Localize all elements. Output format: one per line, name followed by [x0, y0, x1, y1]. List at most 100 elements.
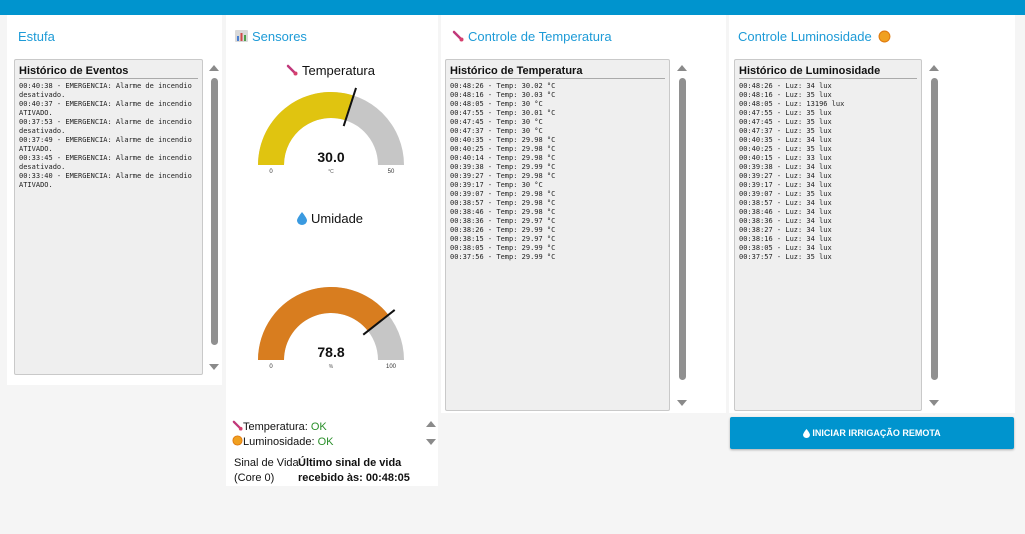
- luminosity-status-label: Luminosidade:: [243, 435, 318, 448]
- temperature-history-log: 00:48:26 - Temp: 30.02 °C 00:48:16 - Temp…: [450, 82, 665, 262]
- scroll-up-icon[interactable]: [929, 65, 939, 71]
- thermometer-icon: [286, 64, 298, 79]
- event-entry: 00:37:53 - EMERGENCIA: Alarme de incendi…: [19, 118, 192, 135]
- luminosity-history-entry: 00:39:38 - Luz: 34 lux: [739, 163, 832, 171]
- bar-chart-icon: [235, 30, 248, 45]
- temperatura-title: Controle de Temperatura: [452, 29, 612, 45]
- event-entry: 00:40:38 - EMERGENCIA: Alarme de incendi…: [19, 82, 192, 99]
- events-panel: Histórico de Eventos 00:40:38 - EMERGENC…: [14, 59, 203, 375]
- event-entry: 00:33:40 - EMERGENCIA: Alarme de incendi…: [19, 172, 192, 189]
- luminosity-history-entry: 00:38:46 - Luz: 34 lux: [739, 208, 832, 216]
- temperature-history-entry: 00:39:38 - Temp: 29.99 °C: [450, 163, 556, 171]
- scroll-thumb[interactable]: [679, 78, 686, 380]
- estufa-title: Estufa: [18, 29, 55, 44]
- gauge-value: 30.0: [317, 149, 344, 165]
- temperature-history-entry: 00:38:46 - Temp: 29.98 °C: [450, 208, 556, 216]
- temperature-history-entry: 00:38:26 - Temp: 29.99 °C: [450, 226, 556, 234]
- status-scrollbar[interactable]: [425, 421, 438, 445]
- luminosidade-title: Controle Luminosidade: [738, 29, 895, 46]
- scroll-down-icon[interactable]: [426, 439, 436, 445]
- temperatura-column: Controle de Temperatura Histórico de Tem…: [441, 15, 726, 413]
- temperature-history-entry: 00:48:26 - Temp: 30.02 °C: [450, 82, 556, 90]
- luminosity-history-entry: 00:48:26 - Luz: 34 lux: [739, 82, 832, 90]
- luminosity-history-entry: 00:38:16 - Luz: 34 lux: [739, 235, 832, 243]
- scroll-down-icon[interactable]: [209, 364, 219, 370]
- luminosity-history-entry: 00:37:57 - Luz: 35 lux: [739, 253, 832, 261]
- temperature-history-entry: 00:47:37 - Temp: 30 °C: [450, 127, 543, 135]
- temperatura-title-text: Controle de Temperatura: [468, 29, 612, 44]
- temperature-history-scrollbar[interactable]: [676, 65, 689, 406]
- sensores-column: Sensores Temperatura 30.0 °C 0 50 Umidade 7…: [226, 15, 438, 486]
- luminosity-history-title: Histórico de Luminosidade: [739, 65, 917, 79]
- gauge-value: 78.8: [317, 344, 344, 360]
- heartbeat-value: Último sinal de vida recebido às: 00:48:…: [298, 456, 410, 486]
- temperature-history-entry: 00:38:57 - Temp: 29.98 °C: [450, 199, 556, 207]
- humidity-label-text: Umidade: [311, 211, 364, 226]
- luminosity-history-scrollbar[interactable]: [928, 65, 941, 406]
- event-entry: 00:40:37 - EMERGENCIA: Alarme de incendi…: [19, 100, 192, 117]
- start-irrigation-label: INICIAR IRRIGAÇÃO REMOTA: [812, 428, 941, 438]
- scroll-thumb[interactable]: [931, 78, 938, 380]
- luminosity-history-entry: 00:39:27 - Luz: 34 lux: [739, 172, 832, 180]
- humidity-gauge-label: Umidade: [297, 211, 363, 228]
- heartbeat-label-line1: Sinal de Vida: [234, 457, 299, 469]
- temperature-history-entry: 00:40:25 - Temp: 29.98 °C: [450, 145, 556, 153]
- temperature-gauge: 30.0 °C 0 50: [258, 87, 404, 175]
- temperature-status: Temperatura: OK: [232, 420, 327, 434]
- temperature-history-entry: 00:47:45 - Temp: 30 °C: [450, 118, 543, 126]
- temperature-history-entry: 00:40:14 - Temp: 29.98 °C: [450, 154, 556, 162]
- temperature-history-entry: 00:37:56 - Temp: 29.99 °C: [450, 253, 556, 261]
- scroll-down-icon[interactable]: [677, 400, 687, 406]
- temperature-label-text: Temperatura: [302, 63, 375, 78]
- event-entry: 00:37:49 - EMERGENCIA: Alarme de incendi…: [19, 136, 192, 153]
- luminosity-history-entry: 00:40:35 - Luz: 34 lux: [739, 136, 832, 144]
- temperature-history-entry: 00:38:05 - Temp: 29.99 °C: [450, 244, 556, 252]
- luminosity-history-entry: 00:38:57 - Luz: 34 lux: [739, 199, 832, 207]
- temperature-history-entry: 00:48:16 - Temp: 30.03 °C: [450, 91, 556, 99]
- luminosity-status-value: OK: [317, 435, 334, 448]
- estufa-column: Estufa Histórico de Eventos 00:40:38 - E…: [7, 15, 222, 385]
- gauge-max-label: 50: [388, 169, 395, 175]
- scroll-thumb[interactable]: [211, 78, 218, 345]
- scroll-up-icon[interactable]: [677, 65, 687, 71]
- sensores-title: Sensores: [235, 29, 307, 45]
- temperature-history-panel: Histórico de Temperatura 00:48:26 - Temp…: [445, 59, 670, 411]
- luminosity-history-entry: 00:48:05 - Luz: 13196 lux: [739, 100, 845, 108]
- luminosidade-title-text: Controle Luminosidade: [738, 29, 872, 44]
- gauge-unit: °C: [328, 169, 334, 175]
- gauge-min-label: 0: [269, 169, 273, 175]
- water-drop-icon: [803, 429, 811, 439]
- sun-icon: [878, 30, 891, 46]
- top-bar: [0, 0, 1025, 15]
- start-irrigation-button[interactable]: INICIAR IRRIGAÇÃO REMOTA: [730, 417, 1014, 449]
- luminosity-history-entry: 00:39:17 - Luz: 34 lux: [739, 181, 832, 189]
- luminosity-history-entry: 00:47:55 - Luz: 35 lux: [739, 109, 832, 117]
- humidity-gauge: 78.8% 0 100: [258, 287, 404, 370]
- temperature-history-entry: 00:39:27 - Temp: 29.98 °C: [450, 172, 556, 180]
- temperature-status-label: Temperatura:: [243, 420, 311, 433]
- luminosity-history-panel: Histórico de Luminosidade 00:48:26 - Luz…: [734, 59, 922, 411]
- temperature-history-entry: 00:39:17 - Temp: 30 °C: [450, 181, 543, 189]
- heartbeat-label-line2: (Core 0): [234, 472, 275, 484]
- events-panel-title: Histórico de Eventos: [19, 65, 198, 79]
- scroll-up-icon[interactable]: [209, 65, 219, 71]
- luminosity-history-entry: 00:39:07 - Luz: 35 lux: [739, 190, 832, 198]
- luminosity-history-log: 00:48:26 - Luz: 34 lux 00:48:16 - Luz: 35…: [739, 82, 917, 262]
- temperature-history-entry: 00:39:07 - Temp: 29.98 °C: [450, 190, 556, 198]
- heartbeat-label: Sinal de Vida (Core 0): [234, 456, 299, 486]
- events-log: 00:40:38 - EMERGENCIA: Alarme de incendi…: [19, 82, 198, 190]
- temperature-history-entry: 00:47:55 - Temp: 30.01 °C: [450, 109, 556, 117]
- gauge-min-label: 0: [269, 364, 273, 370]
- event-entry: 00:33:45 - EMERGENCIA: Alarme de incendi…: [19, 154, 192, 171]
- thermometer-icon: [232, 420, 243, 434]
- luminosidade-column: Controle Luminosidade Histórico de Lumin…: [729, 15, 1015, 413]
- sun-icon: [232, 435, 243, 449]
- gauge-max-label: 100: [386, 364, 397, 370]
- temperature-history-entry: 00:38:15 - Temp: 29.97 °C: [450, 235, 556, 243]
- luminosity-history-entry: 00:38:36 - Luz: 34 lux: [739, 217, 832, 225]
- scroll-down-icon[interactable]: [929, 400, 939, 406]
- scroll-up-icon[interactable]: [426, 421, 436, 427]
- sensores-title-text: Sensores: [252, 29, 307, 44]
- events-scrollbar[interactable]: [208, 65, 221, 370]
- gauge-unit: %: [329, 364, 334, 370]
